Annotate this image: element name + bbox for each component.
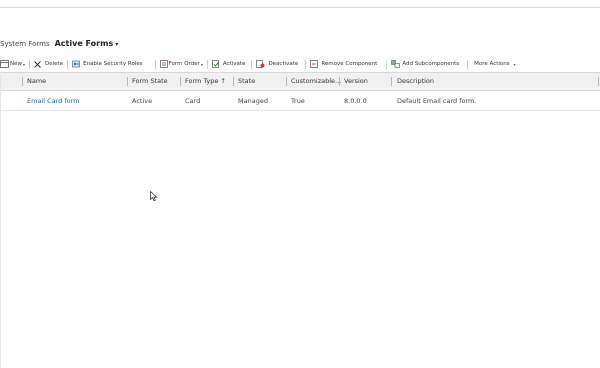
grid-header: Name Form State Form Type ↑ State Customi… xyxy=(0,72,600,91)
column-header-form-type[interactable]: Form Type ↑ xyxy=(185,73,226,90)
delete-label: Delete xyxy=(45,61,64,67)
more-actions-button[interactable]: More Actions ▾ xyxy=(474,58,516,70)
column-header-description[interactable]: Description xyxy=(397,73,434,90)
sort-ascending-icon: ↑ xyxy=(220,77,226,85)
top-divider xyxy=(0,7,600,8)
column-header-customizable[interactable]: Customizable... xyxy=(291,73,341,90)
toolbar-separator xyxy=(251,59,253,69)
column-divider[interactable] xyxy=(598,77,599,86)
form-type-label: Form Type xyxy=(185,77,219,85)
view-name[interactable]: Active Forms xyxy=(55,39,114,48)
mouse-pointer-icon xyxy=(150,191,158,202)
view-selector[interactable]: System Forms Active Forms ▾ xyxy=(0,39,118,53)
enable-security-roles-label: Enable Security Roles xyxy=(83,61,143,67)
chevron-down-icon[interactable]: ▾ xyxy=(115,41,118,48)
form-order-label: Form Order xyxy=(168,61,200,67)
column-divider[interactable] xyxy=(391,77,392,86)
remove-component-label: Remove Component xyxy=(321,61,378,67)
cell-description: Default Email card form. xyxy=(397,97,477,105)
cell-name-link[interactable]: Email Card form xyxy=(27,92,80,110)
enable-security-roles-button[interactable]: Enable Security Roles xyxy=(72,58,143,70)
form-order-dropdown-icon[interactable]: ▾ xyxy=(201,62,203,67)
new-label: New xyxy=(10,61,22,67)
column-header-state[interactable]: State xyxy=(238,73,255,90)
cell-form-state: Active xyxy=(132,97,153,105)
activate-icon xyxy=(212,60,220,68)
cell-state: Managed xyxy=(238,97,268,105)
new-icon xyxy=(0,60,9,68)
activate-button[interactable]: Activate xyxy=(212,58,246,70)
column-header-form-state[interactable]: Form State xyxy=(132,73,168,90)
activate-label: Activate xyxy=(222,61,246,67)
form-order-icon xyxy=(159,60,168,68)
column-header-name[interactable]: Name xyxy=(27,73,46,90)
table-row[interactable]: Email Card form Active Card Managed True… xyxy=(0,92,600,111)
toolbar-separator xyxy=(467,59,469,69)
deactivate-label: Deactivate xyxy=(268,61,299,67)
column-divider[interactable] xyxy=(22,77,23,86)
toolbar-separator xyxy=(154,59,156,69)
column-divider[interactable] xyxy=(286,77,287,86)
command-bar: New ▾ Delete Enable Security Roles Form … xyxy=(0,58,600,70)
add-subcomponents-label: Add Subcomponents xyxy=(402,61,460,67)
column-divider[interactable] xyxy=(233,77,234,86)
more-actions-dropdown-icon[interactable]: ▾ xyxy=(514,62,516,67)
deactivate-icon xyxy=(256,60,265,68)
remove-component-button[interactable]: Remove Component xyxy=(310,58,377,70)
cell-customizable: True xyxy=(291,97,305,105)
toolbar-separator xyxy=(305,59,307,69)
column-divider[interactable] xyxy=(127,77,128,86)
delete-icon xyxy=(34,60,41,68)
cell-form-type: Card xyxy=(185,97,201,105)
new-dropdown-icon[interactable]: ▾ xyxy=(23,62,25,67)
grid-left-border xyxy=(0,72,1,368)
add-subcomponents-icon xyxy=(391,60,401,68)
toolbar-separator xyxy=(29,59,31,69)
column-divider[interactable] xyxy=(180,77,181,86)
deactivate-button[interactable]: Deactivate xyxy=(256,58,298,70)
more-actions-label: More Actions xyxy=(474,61,510,67)
form-order-button[interactable]: Form Order ▾ xyxy=(159,58,203,70)
toolbar-separator xyxy=(386,59,388,69)
column-divider[interactable] xyxy=(339,77,340,86)
cell-version: 8.0.0.0 xyxy=(344,97,367,105)
security-roles-icon xyxy=(72,60,80,68)
new-button[interactable]: New ▾ xyxy=(0,58,25,70)
add-subcomponents-button[interactable]: Add Subcomponents xyxy=(391,58,459,70)
toolbar-separator xyxy=(206,59,208,69)
toolbar-separator xyxy=(67,59,69,69)
view-prefix: System Forms xyxy=(0,40,50,48)
remove-component-icon xyxy=(310,60,319,68)
column-header-version[interactable]: Version xyxy=(344,73,368,90)
delete-button[interactable]: Delete xyxy=(34,58,63,70)
